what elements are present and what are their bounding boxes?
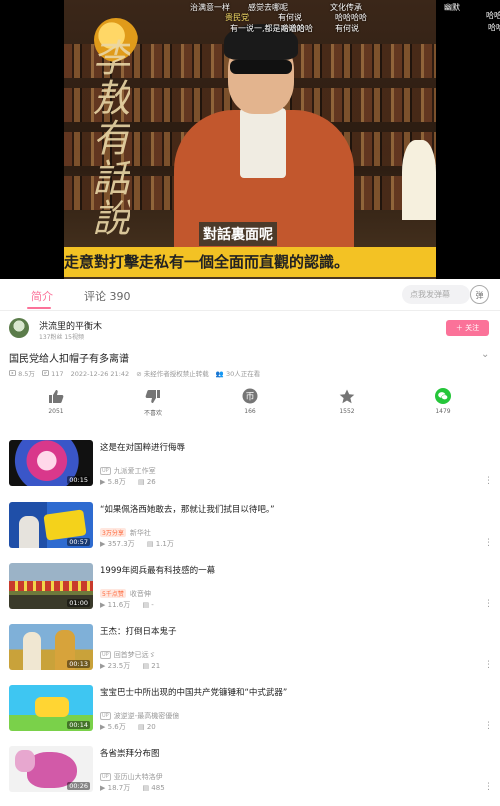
- more-options-icon[interactable]: ⋮: [484, 721, 493, 731]
- danmaku-comment: 幽默: [444, 3, 460, 12]
- list-item[interactable]: 00:15 这是在对国粹进行侮辱 UP 九派爱工作室 ▶ 5.8万 ▤ 26 ⋮: [0, 440, 500, 500]
- views-count: 8.5万: [9, 370, 37, 378]
- video-thumbnail[interactable]: 00:13: [9, 624, 93, 670]
- tab-comments[interactable]: 评论 390: [84, 288, 131, 304]
- related-video-uploader: UP 亚历山大特洛伊: [100, 773, 163, 781]
- list-item[interactable]: 00:13 王杰：打倒日本鬼子 UP 回首梦已远ゞ ▶ 23.5万 ▤ 21 ⋮: [0, 624, 500, 684]
- related-video-stats: ▶ 11.6万 ▤ -: [100, 601, 154, 609]
- danmaku-comment: 贵民党: [225, 13, 249, 22]
- video-title: 国民党给人扣帽子有多离谱: [9, 354, 129, 365]
- video-thumbnail[interactable]: 00:57: [9, 502, 93, 548]
- danmaku-comment: 哈哈: [486, 11, 500, 20]
- publish-date: 2022-12-26 21:42: [70, 370, 130, 378]
- up-badge: UP: [100, 651, 111, 659]
- play-count-icon: [9, 370, 16, 376]
- dislike-button[interactable]: 不喜欢: [123, 385, 183, 417]
- video-subtitle: 走意對打擊走私有一個全面而直觀的認識。: [64, 247, 436, 277]
- coin-button[interactable]: 币 166: [220, 385, 280, 415]
- related-video-uploader: UP 回首梦已远ゞ: [100, 651, 156, 659]
- up-badge: UP: [100, 467, 111, 475]
- video-duration: 00:13: [67, 660, 90, 668]
- video-duration: 00:57: [67, 538, 90, 546]
- related-video-stats: ▶ 18.7万 ▤ 485: [100, 784, 165, 792]
- related-video-uploader: UP 波逆逆-最高機密優億: [100, 712, 180, 720]
- action-bar: 2051 不喜欢 币 166 1552 1479: [0, 385, 500, 425]
- video-meta: 8.5万 117 2022-12-26 21:42 ⊘ 未经作者授权禁止转载 👥…: [9, 368, 265, 378]
- related-video-title[interactable]: 1999年阅兵最有科技感的一幕: [100, 565, 470, 577]
- watching-count: 👥 30人正在看: [215, 370, 261, 378]
- like-button[interactable]: 2051: [26, 385, 86, 415]
- uploader-stats: 137粉丝 15视频: [39, 334, 84, 341]
- active-tab-indicator: [27, 307, 51, 309]
- video-duration: 01:00: [67, 599, 90, 607]
- video-player[interactable]: 李敖有話說 對話裏面呢 走意對打擊走私有一個全面而直觀的認識。 治满意一样 感觉…: [0, 0, 500, 279]
- more-options-icon[interactable]: ⋮: [484, 599, 493, 609]
- related-video-title[interactable]: “如果佩洛西她敢去，那就让我们拭目以待吧。”: [100, 504, 470, 516]
- related-video-title[interactable]: 各省崇拜分布图: [100, 748, 470, 760]
- follow-button[interactable]: ＋ 关注: [446, 320, 489, 336]
- related-video-stats: ▶ 357.3万 ▤ 1.1万: [100, 540, 174, 548]
- related-video-title[interactable]: 王杰：打倒日本鬼子: [100, 626, 470, 638]
- avatar[interactable]: [9, 318, 29, 338]
- thumb-up-icon: [49, 389, 64, 403]
- more-options-icon[interactable]: ⋮: [484, 782, 493, 792]
- danmaku-comment: 有何说: [335, 24, 359, 33]
- svg-text:币: 币: [245, 392, 254, 403]
- related-video-title[interactable]: 这是在对国粹进行侮辱: [100, 442, 470, 454]
- related-video-stats: ▶ 5.8万 ▤ 26: [100, 478, 156, 486]
- hot-tag: 5千点赞: [100, 589, 126, 598]
- star-icon: [339, 389, 355, 403]
- more-options-icon[interactable]: ⋮: [484, 538, 493, 548]
- related-video-uploader: 5千点赞 收音伸: [100, 589, 151, 598]
- video-thumbnail[interactable]: 01:00: [9, 563, 93, 609]
- video-thumbnail[interactable]: 00:15: [9, 440, 93, 486]
- hot-tag: 3万分享: [100, 528, 126, 537]
- thumb-down-icon: [145, 389, 160, 403]
- uploader-name[interactable]: 洪流里的平衡木: [39, 319, 102, 332]
- list-item[interactable]: 00:57 “如果佩洛西她敢去，那就让我们拭目以待吧。” 3万分享 新华社 ▶ 3…: [0, 502, 500, 562]
- danmaku-comment: 哈哈: [488, 23, 500, 32]
- danmaku-comment: 哈哈哈哈: [281, 24, 313, 33]
- related-video-uploader: UP 九派爱工作室: [100, 467, 156, 475]
- tab-bar: 简介 评论 390 点我发弹幕 弹: [0, 280, 500, 311]
- more-options-icon[interactable]: ⋮: [484, 476, 493, 486]
- video-subtitle-small: 對話裏面呢: [199, 222, 277, 246]
- danmaku-count: 117: [42, 370, 66, 378]
- video-thumbnail[interactable]: 00:26: [9, 746, 93, 792]
- chevron-down-icon[interactable]: ⌄: [481, 349, 489, 360]
- video-duration: 00:26: [67, 782, 90, 790]
- list-item[interactable]: 01:00 1999年阅兵最有科技感的一幕 5千点赞 收音伸 ▶ 11.6万 ▤ …: [0, 563, 500, 623]
- more-options-icon[interactable]: ⋮: [484, 660, 493, 670]
- video-frame: 李敖有話說 對話裏面呢 走意對打擊走私有一個全面而直觀的認識。: [64, 0, 436, 279]
- danmaku-comment: 哈哈哈哈: [335, 13, 367, 22]
- related-video-title[interactable]: 宝宝巴士中所出现的中国共产党镰锤和“中式武器”: [100, 687, 470, 699]
- list-item[interactable]: 00:14 宝宝巴士中所出现的中国共产党镰锤和“中式武器” UP 波逆逆-最高機密…: [0, 685, 500, 745]
- lamp: [402, 140, 436, 220]
- danmaku-comment: 有何说: [278, 13, 302, 22]
- danmaku-toggle-icon[interactable]: 弹: [470, 285, 489, 304]
- related-video-uploader: 3万分享 新华社: [100, 528, 151, 537]
- related-video-stats: ▶ 5.6万 ▤ 20: [100, 723, 156, 731]
- wechat-icon: [435, 388, 451, 404]
- video-duration: 00:14: [67, 721, 90, 729]
- danmaku-count-icon: [42, 370, 49, 376]
- danmaku-comment: 治满意一样: [190, 3, 230, 12]
- tab-intro[interactable]: 简介: [31, 288, 53, 304]
- show-logo-text: 李敖有話說: [86, 38, 130, 238]
- favorite-button[interactable]: 1552: [317, 385, 377, 415]
- danmaku-input[interactable]: 点我发弹幕: [402, 285, 470, 304]
- video-duration: 00:15: [67, 476, 90, 484]
- share-wechat-button[interactable]: 1479: [413, 385, 473, 415]
- coin-icon: 币: [242, 388, 258, 404]
- list-item[interactable]: 00:26 各省崇拜分布图 UP 亚历山大特洛伊 ▶ 18.7万 ▤ 485 ⋮: [0, 746, 500, 806]
- video-thumbnail[interactable]: 00:14: [9, 685, 93, 731]
- no-reprint-notice: ⊘ 未经作者授权禁止转载: [136, 370, 209, 378]
- up-badge: UP: [100, 773, 111, 781]
- up-badge: UP: [100, 712, 111, 720]
- related-video-stats: ▶ 23.5万 ▤ 21: [100, 662, 161, 670]
